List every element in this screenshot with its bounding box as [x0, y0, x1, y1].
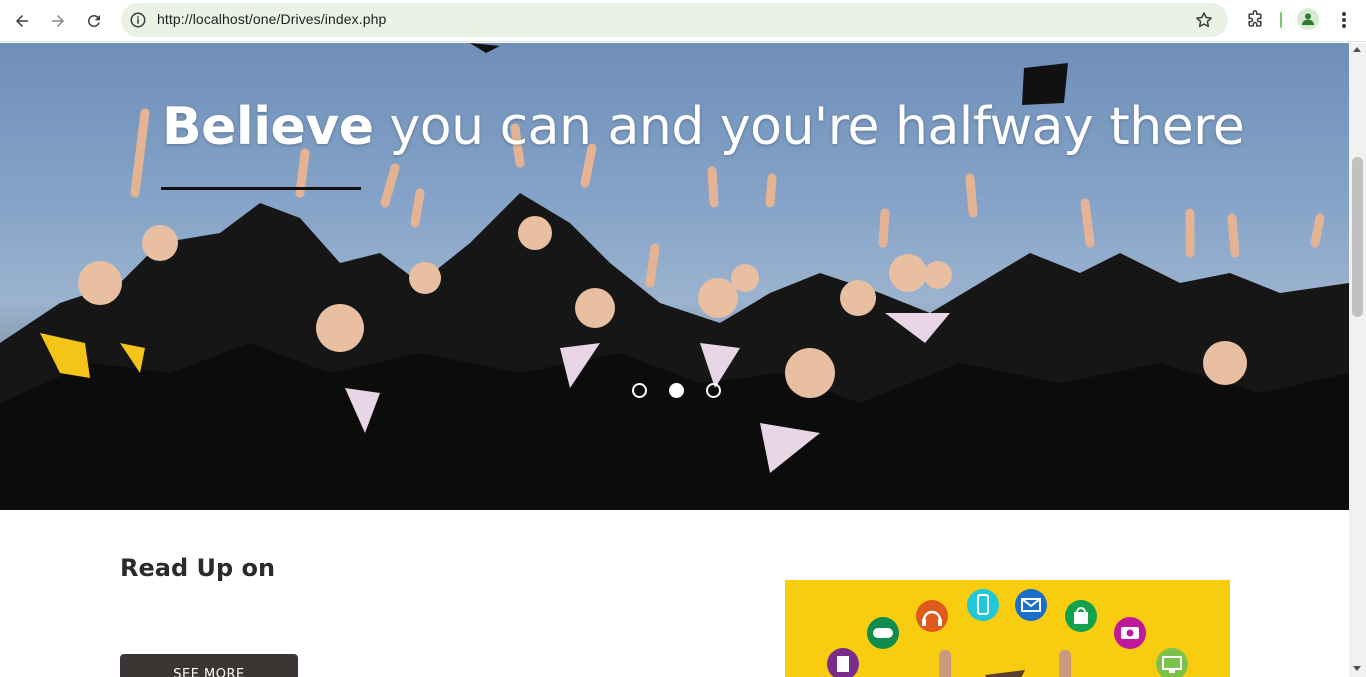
see-more-button[interactable]: SEE MORE [120, 654, 298, 677]
site-info-icon[interactable] [129, 11, 147, 29]
forward-arrow-icon [52, 15, 64, 27]
scroll-down-arrow-icon[interactable] [1353, 666, 1361, 671]
shopping-bag-icon [1065, 600, 1097, 632]
forward-button[interactable] [43, 6, 73, 36]
page-scrollbar[interactable] [1349, 43, 1366, 677]
carousel-indicators [632, 383, 721, 398]
mail-icon [1015, 589, 1047, 621]
profile-avatar[interactable] [1297, 8, 1319, 30]
reload-button[interactable] [79, 6, 109, 36]
browser-toolbar: http://localhost/one/Drives/index.php [0, 0, 1366, 42]
puzzle-icon [1248, 10, 1262, 27]
camera-icon [1114, 617, 1146, 649]
carousel-dot-3[interactable] [706, 383, 721, 398]
address-bar[interactable]: http://localhost/one/Drives/index.php [121, 3, 1228, 37]
browser-menu-button[interactable] [1334, 6, 1354, 34]
hand-right [1059, 650, 1071, 677]
back-button[interactable] [7, 6, 37, 36]
page-viewport: Believe you can and you're halfway there… [0, 43, 1349, 677]
url-text[interactable]: http://localhost/one/Drives/index.php [157, 11, 386, 27]
reload-icon [87, 14, 100, 27]
hero-carousel: Believe you can and you're halfway there [0, 43, 1349, 510]
headphones-icon [916, 600, 948, 632]
hand-left [939, 650, 951, 677]
monitor-icon [1156, 648, 1188, 677]
phone-icon [967, 589, 999, 621]
scroll-thumb[interactable] [1352, 157, 1363, 317]
scroll-up-arrow-icon[interactable] [1353, 47, 1361, 52]
hero-headline-bold: Believe [162, 97, 374, 157]
extensions-button[interactable] [1241, 6, 1269, 34]
hero-headline: Believe you can and you're halfway there [162, 97, 1245, 157]
carousel-dot-1[interactable] [632, 383, 647, 398]
toolbar-separator [1280, 12, 1282, 28]
game-controller-icon [867, 617, 899, 649]
section-title: Read Up on [120, 554, 276, 582]
carousel-dot-2[interactable] [669, 383, 684, 398]
person-icon [1302, 13, 1314, 25]
headline-underline [161, 187, 361, 190]
promo-banner [785, 580, 1230, 677]
document-icon [827, 648, 859, 677]
kebab-menu-icon [1342, 12, 1346, 28]
back-arrow-icon [16, 15, 28, 27]
bookmark-star-icon[interactable] [1194, 10, 1214, 30]
hero-headline-rest: you can and you're halfway there [389, 97, 1245, 157]
